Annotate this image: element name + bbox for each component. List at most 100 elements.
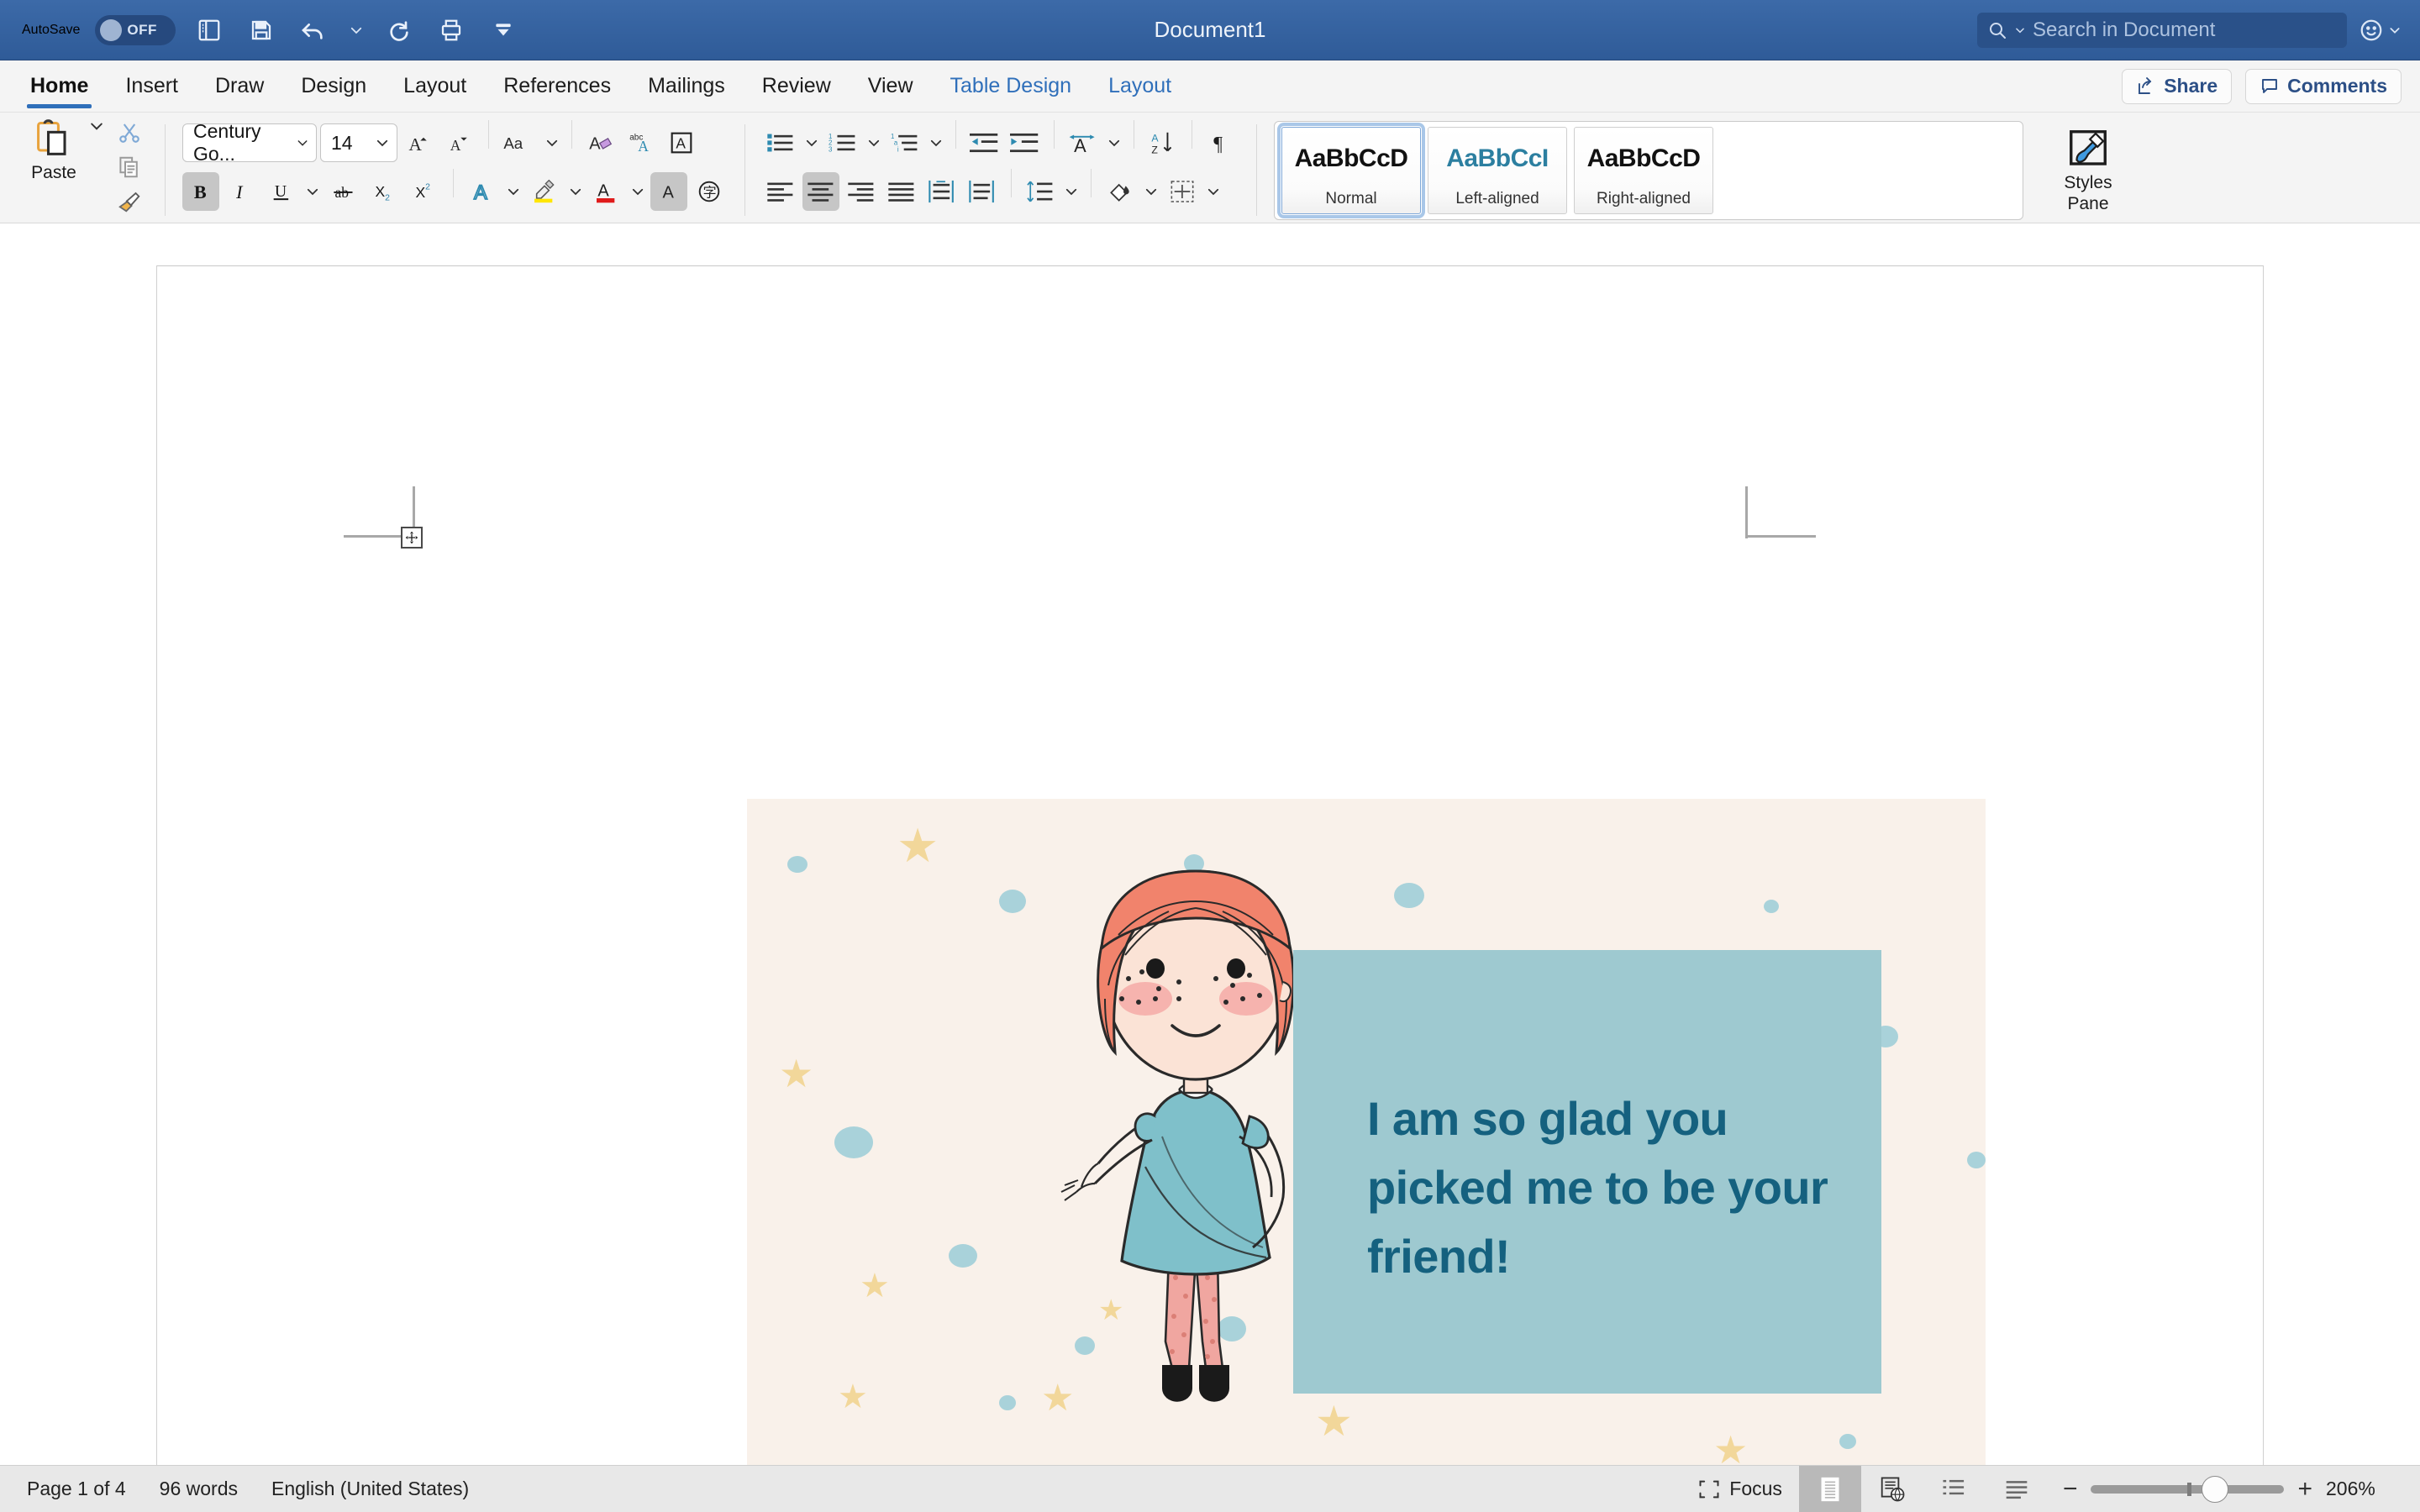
save-icon[interactable] (243, 12, 280, 49)
style-normal[interactable]: AaBbCcD Normal (1277, 122, 1425, 218)
sidebar-icon[interactable] (191, 12, 228, 49)
increase-font-size-button[interactable]: A (401, 123, 438, 162)
page-indicator[interactable]: Page 1 of 4 (27, 1478, 126, 1500)
decrease-indent-button[interactable] (966, 123, 1003, 162)
style-right-aligned[interactable]: AaBbCcD Right-aligned (1574, 126, 1713, 214)
tab-insert[interactable]: Insert (107, 60, 197, 112)
comments-button[interactable]: Comments (2245, 68, 2402, 104)
bullets-chevron-down-icon[interactable] (802, 135, 821, 150)
zoom-level[interactable]: 206% (2326, 1478, 2398, 1500)
view-outline-button[interactable] (1923, 1466, 1986, 1512)
align-right-button[interactable] (843, 172, 880, 211)
show-formatting-marks-button[interactable]: ¶ (1202, 123, 1239, 162)
view-web-layout-button[interactable] (1861, 1466, 1923, 1512)
redo-icon[interactable] (381, 12, 418, 49)
word-count[interactable]: 96 words (160, 1478, 238, 1500)
view-print-layout-button[interactable] (1798, 1466, 1861, 1512)
paste-button[interactable]: Paste (20, 118, 87, 183)
zoom-in-button[interactable]: + (2297, 1476, 2312, 1502)
italic-button[interactable]: I (223, 172, 260, 211)
language-indicator[interactable]: English (United States) (271, 1478, 469, 1500)
styles-gallery[interactable]: AaBbCcD Normal AaBbCcI Left-aligned AaBb… (1274, 120, 2023, 220)
tab-layout[interactable]: Layout (385, 60, 485, 112)
view-draft-button[interactable] (1986, 1466, 2048, 1512)
numbering-chevron-down-icon[interactable] (865, 135, 883, 150)
align-center-button[interactable] (802, 172, 839, 211)
tab-table-design[interactable]: Table Design (932, 60, 1091, 112)
tab-mailings[interactable]: Mailings (629, 60, 744, 112)
focus-mode-button[interactable]: Focus (1681, 1478, 1799, 1501)
search-input[interactable]: Search in Document (1977, 12, 2347, 48)
indent-first-line-button[interactable] (964, 172, 1001, 211)
shading-chevron-down-icon[interactable] (1142, 184, 1160, 199)
tab-design[interactable]: Design (282, 60, 385, 112)
format-painter-button[interactable] (111, 186, 148, 217)
cut-button[interactable] (111, 118, 148, 149)
underline-chevron-down-icon[interactable] (303, 184, 322, 199)
text-style-effects-button[interactable]: A (464, 172, 501, 211)
feedback-smiley-button[interactable] (2359, 18, 2402, 43)
highlight-chevron-down-icon[interactable] (566, 184, 585, 199)
spelling-grammar-button[interactable]: abc A (623, 123, 660, 162)
paste-chevron-down-icon[interactable] (87, 118, 106, 134)
superscript-button[interactable]: X 2 (406, 172, 443, 211)
tab-table-layout[interactable]: Layout (1090, 60, 1190, 112)
quote-textbox[interactable]: I am so glad you picked me to be your fr… (1293, 950, 1881, 1394)
document-canvas[interactable]: ★ ★ ★ ★ ★ ★ ★ ★ ★ ★ ★ ★ (0, 223, 2420, 1465)
text-effects-chevron-down-icon[interactable] (504, 184, 523, 199)
tab-review[interactable]: Review (744, 60, 850, 112)
share-button[interactable]: Share (2122, 68, 2233, 104)
decrease-font-size-button[interactable]: A (441, 123, 478, 162)
increase-indent-button[interactable] (1007, 123, 1044, 162)
styles-pane-button[interactable]: Styles Pane (2042, 126, 2134, 213)
customize-toolbar-icon[interactable] (485, 12, 522, 49)
justify-button[interactable] (883, 172, 920, 211)
sort-button[interactable]: A Z (1144, 123, 1181, 162)
illustration-friend-quote[interactable]: ★ ★ ★ ★ ★ ★ ★ ★ ★ ★ ★ ★ (747, 799, 1986, 1465)
zoom-slider[interactable] (2091, 1475, 2285, 1503)
bold-button[interactable]: B (182, 172, 219, 211)
undo-dropdown-chevron-down-icon[interactable] (347, 23, 366, 38)
borders-button[interactable] (1164, 172, 1201, 211)
change-case-chevron-down-icon[interactable] (543, 135, 561, 150)
table-move-handle[interactable] (401, 527, 423, 549)
multilevel-chevron-down-icon[interactable] (927, 135, 945, 150)
text-effects-button[interactable]: A (663, 123, 700, 162)
bullets-button[interactable] (762, 123, 799, 162)
style-left-aligned[interactable]: AaBbCcI Left-aligned (1428, 126, 1567, 214)
svg-text:A: A (1074, 135, 1086, 155)
autosave-toggle[interactable]: OFF (95, 14, 176, 45)
text-direction-button[interactable]: A (1065, 123, 1102, 162)
distribute-button[interactable] (923, 172, 960, 211)
zoom-slider-handle[interactable] (2201, 1475, 2228, 1503)
shading-button[interactable] (1102, 172, 1139, 211)
tab-view[interactable]: View (850, 60, 932, 112)
subscript-button[interactable]: X 2 (366, 172, 402, 211)
print-icon[interactable] (433, 12, 470, 49)
font-size-select[interactable]: 14 (320, 123, 397, 162)
line-spacing-chevron-down-icon[interactable] (1062, 184, 1081, 199)
line-spacing-button[interactable] (1022, 172, 1059, 211)
underline-button[interactable]: U (263, 172, 300, 211)
tab-home[interactable]: Home (12, 60, 107, 112)
multilevel-list-button[interactable]: 1 a i (886, 123, 923, 162)
document-page[interactable]: ★ ★ ★ ★ ★ ★ ★ ★ ★ ★ ★ ★ (156, 265, 2264, 1465)
text-direction-chevron-down-icon[interactable] (1105, 135, 1123, 150)
change-case-button[interactable]: Aa (499, 123, 539, 162)
borders-chevron-down-icon[interactable] (1204, 184, 1223, 199)
strikethrough-button[interactable]: ab (325, 172, 362, 211)
align-left-button[interactable] (762, 172, 799, 211)
undo-icon[interactable] (295, 12, 332, 49)
copy-button[interactable] (111, 152, 148, 183)
clear-formatting-button[interactable]: A (582, 123, 619, 162)
tab-draw[interactable]: Draw (197, 60, 282, 112)
font-color-chevron-down-icon[interactable] (629, 184, 647, 199)
numbering-button[interactable]: 1 2 3 (824, 123, 861, 162)
highlight-color-button[interactable] (526, 172, 563, 211)
asian-layout-button[interactable]: 字 (691, 172, 728, 211)
zoom-out-button[interactable]: − (2063, 1476, 2078, 1502)
tab-references[interactable]: References (485, 60, 629, 112)
font-family-select[interactable]: Century Go... (182, 120, 317, 165)
character-shading-button[interactable]: A (650, 172, 687, 211)
font-color-button[interactable]: A (588, 172, 625, 211)
